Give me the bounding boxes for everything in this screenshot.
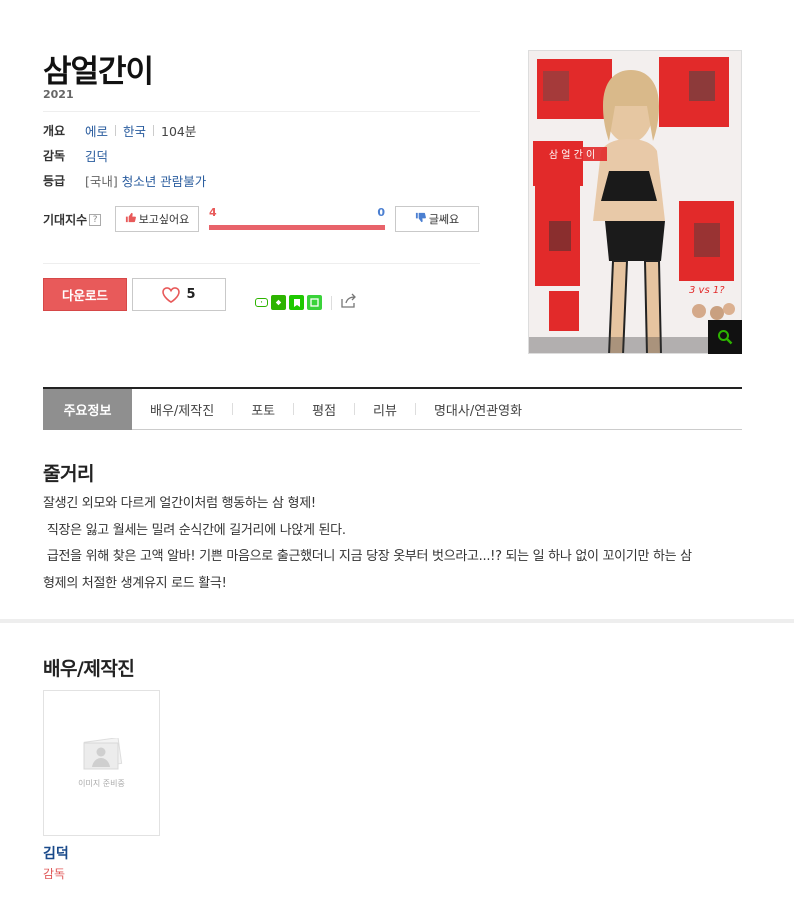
expectation-bar: 4 0: [209, 206, 385, 230]
separator: [115, 124, 117, 136]
tab-main-info[interactable]: 주요정보: [43, 388, 132, 430]
tab-photo[interactable]: 포토: [233, 389, 293, 430]
bar-fill: [209, 225, 385, 230]
movie-year: 2021: [43, 88, 74, 101]
synopsis-heading: 줄거리: [43, 463, 94, 485]
cast-name-link[interactable]: 김덕: [43, 843, 69, 863]
thumbs-down-icon: [415, 212, 426, 226]
band-icon[interactable]: ·: [255, 298, 268, 307]
overview-row: 개요 에로 한국 104분: [43, 121, 196, 139]
poster-subtitle: 삼 얼 간 이: [549, 149, 595, 161]
share-icons: ·: [255, 293, 357, 312]
synopsis-line: 직장은 잃고 월세는 밀려 순식간에 길거리에 나앉게 된다.: [43, 522, 346, 538]
want-to-see-button[interactable]: 보고싶어요: [115, 206, 199, 232]
runtime: 104분: [161, 123, 197, 139]
cast-heading: 배우/제작진: [43, 658, 135, 680]
rating-label: 등급: [43, 173, 66, 188]
cast-role: 감독: [43, 867, 66, 881]
country-link[interactable]: 한국: [123, 121, 146, 140]
director-link[interactable]: 김덕: [85, 146, 108, 165]
naver-icon[interactable]: [271, 295, 286, 310]
line-icon[interactable]: [307, 295, 322, 310]
tab-review[interactable]: 리뷰: [355, 389, 415, 430]
movie-poster[interactable]: 삼 얼 간 이 3 vs 1?: [528, 50, 742, 354]
expectation-label: 기대지수 ?: [43, 211, 102, 228]
separator: [331, 295, 332, 310]
not-sure-button[interactable]: 글쎄요: [395, 206, 479, 232]
director-row: 감독 김덕: [43, 146, 108, 164]
expectation-label-text: 기대지수: [43, 213, 88, 227]
tab-bar: 주요정보 배우/제작진 포토 평점 리뷰 명대사/연관영화: [43, 388, 742, 430]
section-divider: [0, 619, 794, 623]
movie-title: 삼얼간이: [43, 54, 154, 90]
help-icon[interactable]: ?: [89, 213, 102, 226]
synopsis-line: 잘생긴 외모와 다르게 얼간이처럼 행동하는 삼 형제!: [43, 496, 316, 511]
rating-region: [국내]: [85, 173, 118, 189]
tab-quotes-related[interactable]: 명대사/연관영화: [416, 389, 540, 430]
like-button[interactable]: 5: [132, 278, 226, 311]
divider: [43, 263, 480, 264]
bookmark-icon[interactable]: [289, 295, 304, 310]
share-icon[interactable]: [341, 293, 357, 312]
meh-count: 0: [377, 206, 385, 219]
like-count: 5: [186, 287, 196, 302]
tab-rating[interactable]: 평점: [294, 389, 354, 430]
poster-tagline: 3 vs 1?: [689, 285, 725, 296]
rating-value: 청소년 관람불가: [121, 173, 207, 189]
synopsis-line: 형제의 처절한 생계유지 로드 활극!: [43, 575, 227, 591]
divider: [43, 111, 480, 112]
synopsis-line: 급전을 위해 찾은 고액 알바! 기쁜 마음으로 출근했더니 지금 당장 옷부터…: [43, 549, 692, 564]
magnifier-icon[interactable]: [708, 320, 742, 354]
genre-link[interactable]: 에로: [85, 121, 108, 140]
cast-photo-placeholder[interactable]: 이미지 준비중: [43, 690, 160, 836]
heart-icon: [162, 286, 181, 303]
placeholder-text: 이미지 준비중: [78, 778, 125, 788]
want-label: 보고싶어요: [138, 213, 190, 226]
user-placeholder-icon: [83, 737, 122, 769]
overview-label: 개요: [43, 123, 66, 138]
download-button[interactable]: 다운로드: [43, 278, 127, 311]
rating-row: 등급 [국내] 청소년 관람불가: [43, 171, 206, 189]
tab-cast-crew[interactable]: 배우/제작진: [132, 389, 232, 430]
director-label: 감독: [43, 148, 66, 163]
thumbs-up-icon: [125, 212, 136, 226]
want-count: 4: [209, 206, 217, 219]
separator: [153, 124, 155, 136]
synopsis-text: 잘생긴 외모와 다르게 얼간이처럼 행동하는 삼 형제! 직장은 잃고 월세는 …: [43, 491, 743, 597]
movie-detail-page: 삼얼간이 2021 개요 에로 한국 104분 감독 김덕 등급 [국내] 청소…: [0, 0, 794, 902]
meh-label: 글쎄요: [428, 213, 460, 226]
poster-image: 삼 얼 간 이 3 vs 1?: [529, 51, 741, 353]
